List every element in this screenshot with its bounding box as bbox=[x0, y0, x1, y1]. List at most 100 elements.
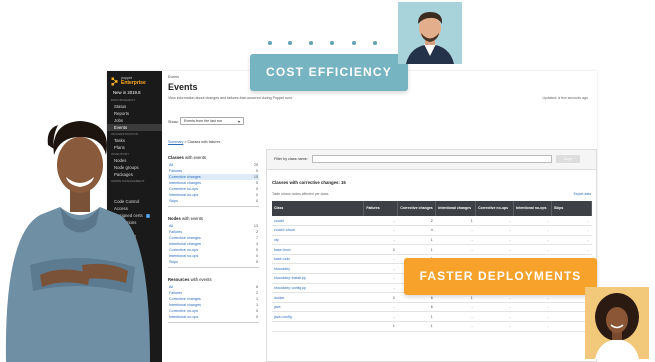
main-content: Events Events View information about cha… bbox=[162, 71, 597, 362]
table-row: java-6---- bbox=[272, 302, 592, 313]
column-header[interactable]: Failures bbox=[363, 201, 399, 216]
breadcrumb[interactable]: Events bbox=[168, 75, 179, 79]
class-name-link[interactable]: base::unix bbox=[272, 254, 364, 265]
table-cell: - bbox=[513, 225, 552, 236]
dot-icon bbox=[352, 41, 356, 45]
table-cell: - bbox=[435, 225, 476, 236]
breadcrumb-separator: > bbox=[184, 140, 187, 144]
table-cell: 1 bbox=[397, 311, 436, 323]
table-cell: - bbox=[363, 302, 398, 313]
class-name-link[interactable]: java bbox=[272, 302, 364, 313]
table-row: zoochi -2 1- - - bbox=[272, 216, 592, 227]
breadcrumb-summary: Summary > Classes with failures bbox=[168, 140, 220, 144]
filter-row-label: Corrective no-ops bbox=[169, 309, 199, 313]
table-cell: 1 bbox=[397, 244, 436, 255]
table-cell: - bbox=[363, 273, 398, 284]
filter-row-label: Failures bbox=[169, 230, 183, 234]
table-cell: - bbox=[475, 225, 514, 236]
filter-group-title-suffix: with events bbox=[181, 216, 203, 221]
puppet-logo-icon bbox=[111, 77, 118, 85]
export-data-link[interactable]: Export data bbox=[574, 192, 591, 196]
filter-group-title: Nodes with events bbox=[168, 216, 259, 221]
filter-group-title: Resources with events bbox=[168, 277, 259, 282]
filter-group-title-main: Nodes bbox=[168, 216, 181, 221]
faster-deployments-badge: FASTER DEPLOYMENTS bbox=[404, 258, 597, 295]
filter-row-label: Skips bbox=[169, 199, 179, 203]
class-name-link[interactable]: zoochi::shoot bbox=[272, 225, 364, 236]
filter-row-label: Corrective changes bbox=[169, 175, 201, 179]
column-header[interactable]: Intentional changes bbox=[435, 201, 477, 216]
filter-row-label: All bbox=[169, 285, 174, 289]
table-cell: 1 bbox=[397, 321, 436, 332]
woman-portrait-photo bbox=[585, 287, 649, 359]
table-cell: - bbox=[551, 225, 592, 236]
filter-group-title: Classes with events bbox=[168, 155, 259, 160]
class-name-link[interactable]: shoodoley::config.pp bbox=[272, 283, 364, 294]
apply-filter-button[interactable]: Apply bbox=[556, 155, 580, 163]
filter-group-title-main: Classes bbox=[168, 155, 184, 160]
class-filter-label: Filter by class name: bbox=[274, 157, 308, 161]
filter-group-title-main: Resources bbox=[168, 277, 190, 282]
filter-row[interactable]: Intentional no-ops 0 bbox=[168, 314, 259, 320]
table-row: 11---- bbox=[272, 321, 592, 332]
filter-row-label: Intentional no-ops bbox=[169, 193, 199, 197]
table-cell: - bbox=[513, 302, 552, 313]
class-filter-input[interactable] bbox=[312, 155, 552, 163]
table-cell: - bbox=[363, 216, 398, 227]
class-name-link[interactable]: shoodoley::install.pp bbox=[272, 273, 364, 284]
column-header[interactable]: Skips bbox=[551, 201, 592, 216]
filter-row[interactable]: Skips 0 bbox=[168, 259, 259, 265]
table-cell: - bbox=[513, 244, 552, 255]
filter-group-resources: Resources with events All 6 Failures 2 Correc… bbox=[168, 277, 259, 323]
table-cell: - bbox=[363, 235, 398, 246]
class-name-link[interactable]: base::linux bbox=[272, 244, 364, 255]
filter-row-label: Intentional no-ops bbox=[169, 254, 199, 258]
class-name-link[interactable]: zoochi bbox=[272, 216, 364, 227]
column-header[interactable]: Class bbox=[272, 201, 365, 216]
filter-row-label: Corrective changes bbox=[169, 297, 201, 301]
table-cell: 1 bbox=[435, 216, 476, 227]
filter-row[interactable]: Skips 0 bbox=[168, 198, 259, 204]
classes-panel: Filter by class name: Apply Classes with… bbox=[266, 149, 597, 362]
table-cell: - bbox=[363, 283, 398, 294]
table-cell: 4 bbox=[397, 225, 436, 236]
class-name-link[interactable]: java::config bbox=[272, 311, 364, 323]
table-row: zoochi::shoot -4- - - - bbox=[272, 225, 592, 236]
brand[interactable]: puppet Enterprise bbox=[107, 71, 162, 89]
table-cell: - bbox=[475, 244, 514, 255]
table-cell: - bbox=[363, 254, 398, 265]
table-cell: - bbox=[475, 302, 514, 313]
column-header[interactable]: Corrective no-ops bbox=[475, 201, 515, 216]
table-cell: 1 bbox=[397, 235, 436, 246]
page-description: View information about changes and failu… bbox=[168, 96, 293, 100]
table-cell: - bbox=[475, 311, 514, 323]
class-name-link[interactable]: shoodoley bbox=[272, 263, 364, 275]
dot-icon bbox=[288, 41, 292, 45]
class-name-link[interactable]: docker bbox=[272, 292, 364, 303]
sidebar-item-status[interactable]: Status bbox=[107, 103, 162, 110]
filter-group-nodes: Nodes with events All 13 Failures 2 Correctiv… bbox=[168, 216, 259, 268]
table-cell: - bbox=[435, 244, 476, 255]
cost-efficiency-badge: COST EFFICIENCY bbox=[250, 54, 408, 91]
filter-row-label: Intentional changes bbox=[169, 181, 201, 185]
filter-row-label: Corrective no-ops bbox=[169, 248, 199, 252]
filter-row-label: Corrective no-ops bbox=[169, 187, 199, 191]
brand-line-2: Enterprise bbox=[121, 80, 146, 86]
table-cell: - bbox=[363, 311, 398, 323]
table-cell: - bbox=[475, 321, 514, 332]
table-cell: - bbox=[435, 302, 476, 313]
summary-link[interactable]: Summary bbox=[168, 140, 183, 144]
sidebar-item-new[interactable]: New in 2019.8 bbox=[107, 89, 162, 97]
show-select-value: Events from the last run bbox=[184, 119, 222, 123]
filter-group-title-suffix: with events bbox=[190, 277, 212, 282]
updated-timestamp: Updated: a few seconds ago bbox=[542, 96, 588, 100]
show-select[interactable]: Events from the last run ▾ bbox=[180, 117, 244, 125]
dot-icon bbox=[330, 41, 334, 45]
dot-icon bbox=[268, 41, 272, 45]
column-header[interactable]: Intentional no-ops bbox=[513, 201, 553, 216]
class-name-link[interactable]: ntp bbox=[272, 235, 364, 246]
filter-row-label: All bbox=[169, 224, 174, 228]
class-name-link[interactable] bbox=[272, 321, 364, 332]
table-cell: - bbox=[435, 321, 476, 332]
column-header[interactable]: Corrective changes bbox=[397, 201, 437, 216]
